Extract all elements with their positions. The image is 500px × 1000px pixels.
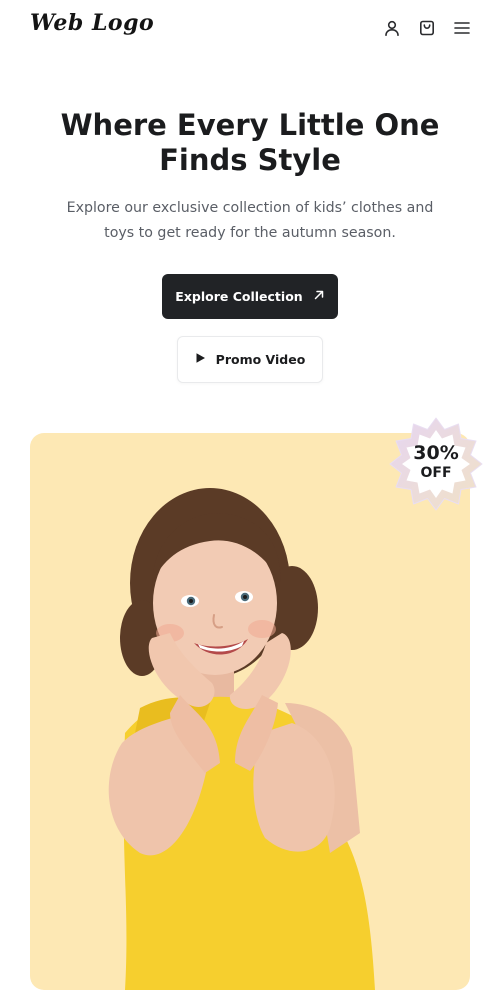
- badge-text: 30% OFF: [380, 442, 492, 482]
- hero-title: Where Every Little One Finds Style: [60, 108, 440, 177]
- menu-icon[interactable]: [451, 17, 473, 39]
- header: Web Logo: [0, 0, 500, 56]
- discount-badge: 30% OFF: [380, 408, 492, 520]
- promo-video-button[interactable]: Promo Video: [177, 336, 323, 383]
- badge-percent: 30%: [413, 442, 459, 464]
- hero-description: Explore our exclusive collection of kids…: [66, 200, 434, 241]
- explore-collection-button[interactable]: Explore Collection: [162, 274, 338, 319]
- shopping-bag-icon[interactable]: [416, 17, 438, 39]
- badge-off-label: OFF: [420, 465, 452, 481]
- arrow-up-right-icon: [313, 289, 325, 304]
- play-icon: [195, 352, 206, 367]
- explore-collection-label: Explore Collection: [175, 289, 303, 304]
- web-logo[interactable]: Web Logo: [30, 10, 154, 36]
- promo-video-label: Promo Video: [215, 352, 306, 367]
- user-icon[interactable]: [381, 17, 403, 39]
